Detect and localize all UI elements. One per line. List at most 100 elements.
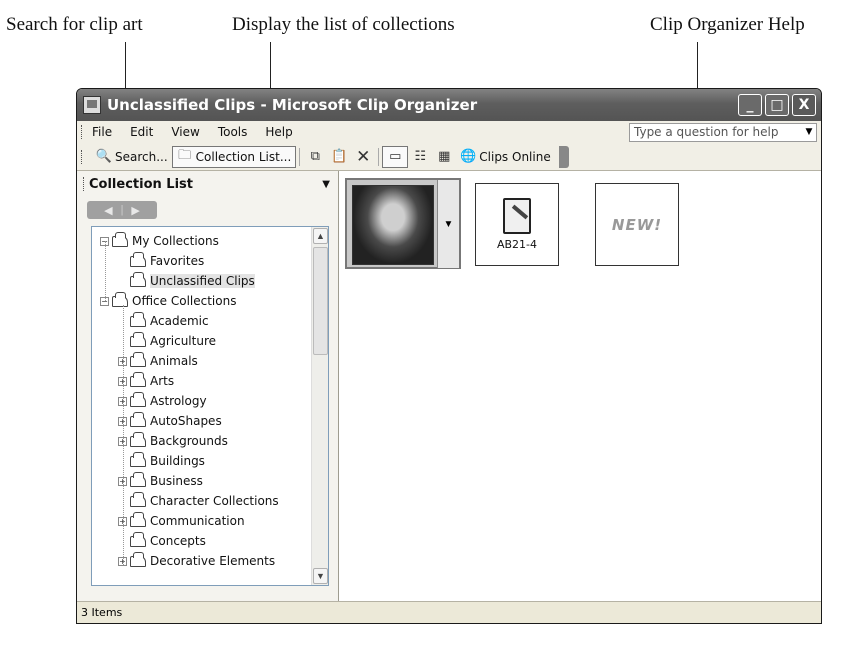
tree-items: − My Collections Favorites Unclassified Cli… — [92, 227, 310, 585]
status-text: 3 Items — [81, 606, 123, 619]
scroll-thumb[interactable] — [313, 247, 328, 355]
menu-bar: File Edit View Tools Help Type a questio… — [77, 121, 821, 143]
copy-button[interactable]: ⧉ — [303, 146, 327, 168]
tree-item[interactable]: − Office Collections — [100, 291, 236, 311]
tree-item[interactable]: Agriculture — [118, 331, 216, 351]
copy-icon: ⧉ — [310, 149, 320, 164]
menu-edit[interactable]: Edit — [130, 125, 153, 139]
tree-item[interactable]: + Arts — [118, 371, 174, 391]
clip-document[interactable]: AB21-4 — [475, 183, 559, 266]
tree-item-label: Favorites — [150, 254, 205, 268]
folder-icon — [130, 311, 146, 327]
tree-item-label: Communication — [150, 514, 245, 528]
scroll-up-icon[interactable]: ▲ — [313, 228, 328, 244]
thumbnails-view-button[interactable]: ▭ — [382, 145, 409, 168]
delete-button[interactable]: ✕ — [351, 146, 375, 168]
tree-item[interactable]: + Astrology — [118, 391, 207, 411]
list-view-button[interactable]: ☷ — [408, 146, 432, 168]
collection-list-button[interactable]: 🗀 Collection List... — [171, 145, 297, 168]
menu-tools[interactable]: Tools — [218, 125, 248, 139]
folder-icon — [130, 551, 146, 567]
folder-icon — [130, 331, 146, 347]
tree-item[interactable]: + Communication — [118, 511, 245, 531]
collection-list-pane: Collection List ▼ ◀ | ▶ − My Collections F… — [77, 171, 339, 601]
folder-icon — [112, 291, 128, 307]
clips-online-label: Clips Online — [479, 149, 551, 164]
tree-scrollbar[interactable]: ▲ ▼ — [311, 227, 328, 585]
menu-help[interactable]: Help — [265, 125, 292, 139]
title-bar[interactable]: Unclassified Clips - Microsoft Clip Orga… — [77, 89, 821, 121]
details-icon: ▦ — [438, 149, 451, 164]
tree-item-label: Animals — [150, 354, 198, 368]
search-button-label: Search... — [115, 149, 168, 164]
toolbar-grip[interactable] — [81, 149, 84, 164]
status-bar: 3 Items — [77, 601, 821, 623]
menu-file[interactable]: File — [92, 125, 112, 139]
help-question-placeholder: Type a question for help — [634, 125, 779, 139]
tree-item[interactable]: + Backgrounds — [118, 431, 228, 451]
clip-menu-dropdown-icon[interactable]: ▼ — [437, 180, 459, 268]
delete-icon: ✕ — [356, 146, 371, 167]
tree-item[interactable]: + Animals — [118, 351, 198, 371]
folder-icon — [130, 271, 146, 287]
maximize-button[interactable]: □ — [765, 94, 789, 116]
clips-online-button[interactable]: 🌐 Clips Online — [456, 146, 554, 168]
tree-item-label: AutoShapes — [150, 414, 222, 428]
pane-header: Collection List ▼ — [77, 171, 338, 197]
window-title: Unclassified Clips - Microsoft Clip Orga… — [107, 96, 478, 114]
tree-item[interactable]: + Decorative Elements — [118, 551, 275, 571]
folder-icon — [130, 471, 146, 487]
tree-item[interactable]: − My Collections — [100, 231, 219, 251]
back-arrow-icon[interactable]: ◀ — [104, 204, 112, 217]
pane-grip[interactable] — [83, 177, 86, 191]
paste-button[interactable]: 📋 — [327, 146, 351, 168]
folder-icon — [112, 231, 128, 247]
chevron-down-icon[interactable]: ▼ — [802, 127, 816, 137]
tree-item[interactable]: Character Collections — [118, 491, 279, 511]
tree-item[interactable]: Concepts — [118, 531, 206, 551]
tree-item[interactable]: Unclassified Clips — [118, 271, 255, 291]
pane-menu-dropdown-icon[interactable]: ▼ — [322, 179, 330, 190]
tree-item-label: Backgrounds — [150, 434, 228, 448]
collection-list-label: Collection List... — [195, 149, 292, 164]
tree-item-label: Office Collections — [132, 294, 237, 308]
collection-tree: − My Collections Favorites Unclassified Cli… — [91, 226, 329, 586]
folder-icon — [130, 371, 146, 387]
photo-thumbnail — [352, 185, 434, 265]
tree-item[interactable]: Favorites — [118, 251, 204, 271]
main-area: Collection List ▼ ◀ | ▶ − My Collections F… — [77, 171, 821, 601]
folder-icon — [130, 531, 146, 547]
folder-icon — [130, 351, 146, 367]
scroll-down-icon[interactable]: ▼ — [313, 568, 328, 584]
clip-new[interactable]: NEW! — [595, 183, 679, 266]
tree-item[interactable]: + Business — [118, 471, 203, 491]
folder-icon — [130, 251, 146, 267]
pane-title: Collection List — [89, 176, 193, 192]
details-view-button[interactable]: ▦ — [432, 146, 456, 168]
search-icon: 🔍 — [95, 149, 113, 164]
clip-photo[interactable]: ▼ — [345, 178, 461, 269]
tree-item-label: Buildings — [150, 454, 205, 468]
tree-item-label: Unclassified Clips — [150, 274, 255, 288]
help-question-box[interactable]: Type a question for help ▼ — [629, 122, 817, 142]
callout-help: Clip Organizer Help — [650, 14, 805, 35]
callout-search: Search for clip art — [6, 14, 143, 35]
search-button[interactable]: 🔍 Search... — [92, 146, 172, 168]
tree-item[interactable]: Academic — [118, 311, 209, 331]
folder-icon — [130, 391, 146, 407]
clip-organizer-window: Unclassified Clips - Microsoft Clip Orga… — [76, 88, 822, 624]
list-icon: ☷ — [414, 149, 427, 164]
tree-item[interactable]: + AutoShapes — [118, 411, 222, 431]
paste-icon: 📋 — [331, 149, 348, 164]
tree-item[interactable]: Buildings — [118, 451, 205, 471]
menu-view[interactable]: View — [171, 125, 199, 139]
minimize-button[interactable]: _ — [738, 94, 762, 116]
close-button[interactable]: X — [792, 94, 816, 116]
tree-guide-line — [105, 241, 106, 301]
toolbar-separator — [378, 147, 380, 166]
forward-arrow-icon[interactable]: ▶ — [131, 204, 139, 217]
toolbar-options-chevron-icon[interactable] — [558, 145, 569, 168]
app-icon — [83, 96, 101, 114]
menu-grip[interactable] — [81, 125, 84, 139]
folder-icon — [130, 491, 146, 507]
